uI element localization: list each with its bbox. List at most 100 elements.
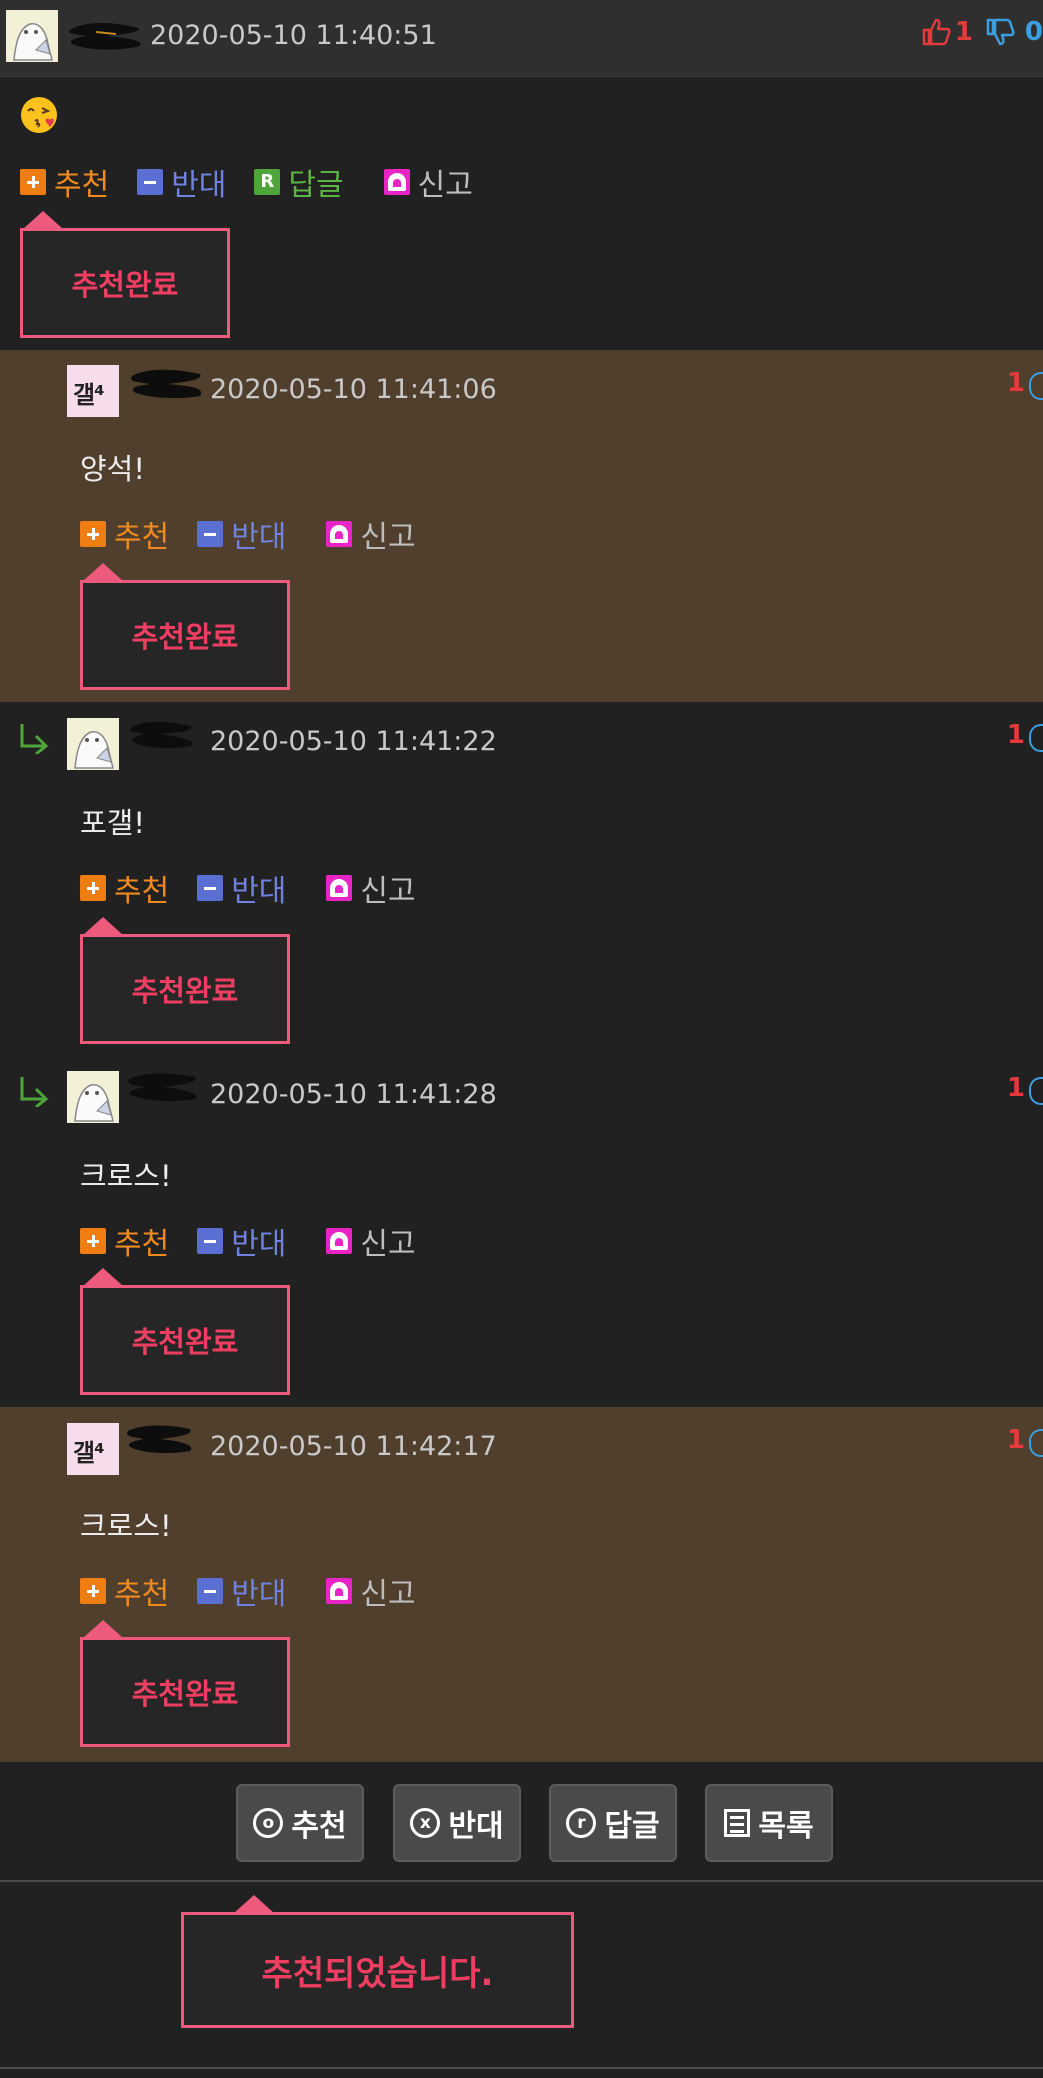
redacted-username	[129, 721, 193, 749]
comment-actions: 추천 반대 신고	[80, 866, 444, 910]
comment-recommend-button[interactable]: 추천	[80, 866, 169, 910]
reply-r-icon: R	[254, 169, 281, 195]
bottom-recommend-label: 추천	[291, 1809, 347, 1844]
comment-recommend-button[interactable]: 추천	[80, 1219, 169, 1263]
recommend-done-popup: 추천완료	[80, 917, 290, 1044]
oppose-label: 반대	[231, 1227, 287, 1262]
recommend-done-popup: 추천완료	[80, 1268, 290, 1395]
plus-icon	[80, 1228, 106, 1254]
popup-text: 추천완료	[131, 974, 239, 1008]
comment-report-button[interactable]: 신고	[326, 1219, 416, 1263]
recommend-label: 추천	[114, 520, 170, 555]
circle-r-icon: r	[566, 1808, 597, 1838]
oppose-label: 반대	[231, 874, 287, 909]
recommend-label: 추천	[114, 874, 170, 909]
report-label: 신고	[360, 520, 416, 555]
circle-o-icon: o	[253, 1808, 284, 1838]
popup-text: 추천완료	[131, 1677, 239, 1711]
recommend-label: 추천	[114, 1577, 170, 1612]
comment-oppose-button[interactable]: 반대	[197, 512, 286, 556]
popup-text: 추천완료	[131, 1325, 239, 1359]
comment-timestamp: 2020-05-10 11:41:06	[210, 374, 497, 405]
redacted-username	[127, 1425, 192, 1454]
comment-vote-count: 1	[1006, 1425, 1043, 1457]
popup-text: 추천완료	[71, 268, 179, 302]
gal-badge-text: 갤⁴	[73, 381, 105, 409]
bottom-action-bar: o 추천 x 반대 r 답글 목록	[0, 1762, 1043, 1882]
redacted-username	[128, 1073, 197, 1102]
thumbs-down-icon[interactable]	[985, 17, 1015, 47]
comment-item: 갤⁴ 2020-05-10 11:41:06 1 양석! 추천 반대 신고 추천…	[0, 350, 1043, 702]
commenter-avatar[interactable]	[67, 718, 119, 770]
comment-timestamp: 2020-05-10 11:41:28	[210, 1079, 497, 1110]
bottom-recommend-button[interactable]: o 추천	[236, 1784, 364, 1862]
bottom-reply-button[interactable]: r 답글	[549, 1784, 677, 1862]
commenter-avatar[interactable]	[67, 1071, 119, 1123]
siren-icon	[326, 1228, 353, 1254]
bear-avatar-icon	[6, 10, 58, 62]
redacted-username	[131, 369, 202, 399]
bottom-list-button[interactable]: 목록	[705, 1784, 833, 1862]
reply-arrow-icon	[20, 724, 49, 754]
post-reply-button[interactable]: R 답글	[254, 160, 344, 204]
thumbs-up-icon[interactable]	[921, 17, 951, 47]
comment-report-button[interactable]: 신고	[326, 1569, 416, 1613]
comment-recommend-button[interactable]: 추천	[80, 512, 169, 556]
post-up-count: 1	[954, 17, 973, 47]
comment-timestamp: 2020-05-10 11:41:22	[210, 726, 497, 757]
recommend-done-popup: 추천완료	[80, 563, 290, 690]
kiss-emoji-icon	[21, 97, 57, 133]
post-timestamp: 2020-05-10 11:40:51	[150, 20, 437, 51]
plus-icon	[80, 521, 106, 547]
comment-actions: 추천 반대 신고	[80, 512, 444, 556]
minus-icon	[197, 875, 224, 901]
recommend-done-popup: 추천완료	[20, 211, 230, 338]
comment-oppose-button[interactable]: 반대	[197, 866, 286, 910]
commenter-avatar[interactable]: 갤⁴	[67, 365, 119, 417]
post-vote-counts: 1 0	[921, 14, 1043, 50]
bottom-list-label: 목록	[758, 1809, 814, 1844]
report-label: 신고	[360, 874, 416, 909]
commenter-avatar[interactable]: 갤⁴	[67, 1423, 119, 1475]
comment-timestamp: 2020-05-10 11:42:17	[210, 1431, 497, 1462]
bottom-reply-label: 답글	[604, 1809, 660, 1844]
comment-actions: 추천 반대 신고	[80, 1219, 444, 1263]
comment-item: 2020-05-10 11:41:22 1 포갤! 추천 반대 신고 추천완료	[0, 702, 1043, 1055]
recommend-label: 추천	[114, 1227, 170, 1262]
gal-badge-text: 갤⁴	[73, 1439, 105, 1467]
plus-icon	[80, 875, 106, 901]
comment-body: 크로스!	[80, 1159, 172, 1193]
report-label: 신고	[360, 1577, 416, 1612]
siren-icon	[383, 169, 410, 195]
comment-item: 갤⁴ 2020-05-10 11:42:17 1 크로스! 추천 반대 신고 추…	[0, 1407, 1043, 1762]
comment-vote-count: 1	[1006, 368, 1043, 400]
comment-vote-count: 1	[1006, 720, 1043, 752]
comment-body: 양석!	[80, 452, 145, 486]
reply-arrow-icon	[20, 1077, 49, 1107]
recommend-done-popup: 추천완료	[80, 1620, 290, 1747]
comment-report-button[interactable]: 신고	[326, 512, 416, 556]
report-label: 신고	[360, 1227, 416, 1262]
comment-recommend-button[interactable]: 추천	[80, 1569, 169, 1613]
post-oppose-button[interactable]: 반대	[137, 160, 226, 204]
oppose-label: 반대	[171, 168, 227, 203]
divider	[0, 2067, 1043, 2069]
bottom-oppose-button[interactable]: x 반대	[393, 1784, 521, 1862]
comment-vote-count: 1	[1006, 1073, 1043, 1105]
comment-report-button[interactable]: 신고	[326, 866, 416, 910]
comment-oppose-button[interactable]: 반대	[197, 1219, 286, 1263]
comment-item: 2020-05-10 11:41:28 1 크로스! 추천 반대 신고 추천완료	[0, 1055, 1043, 1407]
comment-actions: 추천 반대 신고	[80, 1569, 444, 1613]
siren-icon	[326, 875, 353, 901]
post-recommend-button[interactable]: 추천	[20, 160, 109, 204]
popup-text: 추천완료	[131, 620, 239, 654]
post-report-button[interactable]: 신고	[383, 160, 473, 204]
comment-body: 포갤!	[80, 806, 145, 840]
report-label: 신고	[417, 168, 473, 203]
author-avatar[interactable]	[6, 10, 58, 62]
bear-avatar-icon	[67, 718, 119, 770]
comment-body: 크로스!	[80, 1509, 172, 1543]
recommend-label: 추천	[54, 168, 110, 203]
comment-oppose-button[interactable]: 반대	[197, 1569, 286, 1613]
minus-icon	[197, 1578, 224, 1604]
